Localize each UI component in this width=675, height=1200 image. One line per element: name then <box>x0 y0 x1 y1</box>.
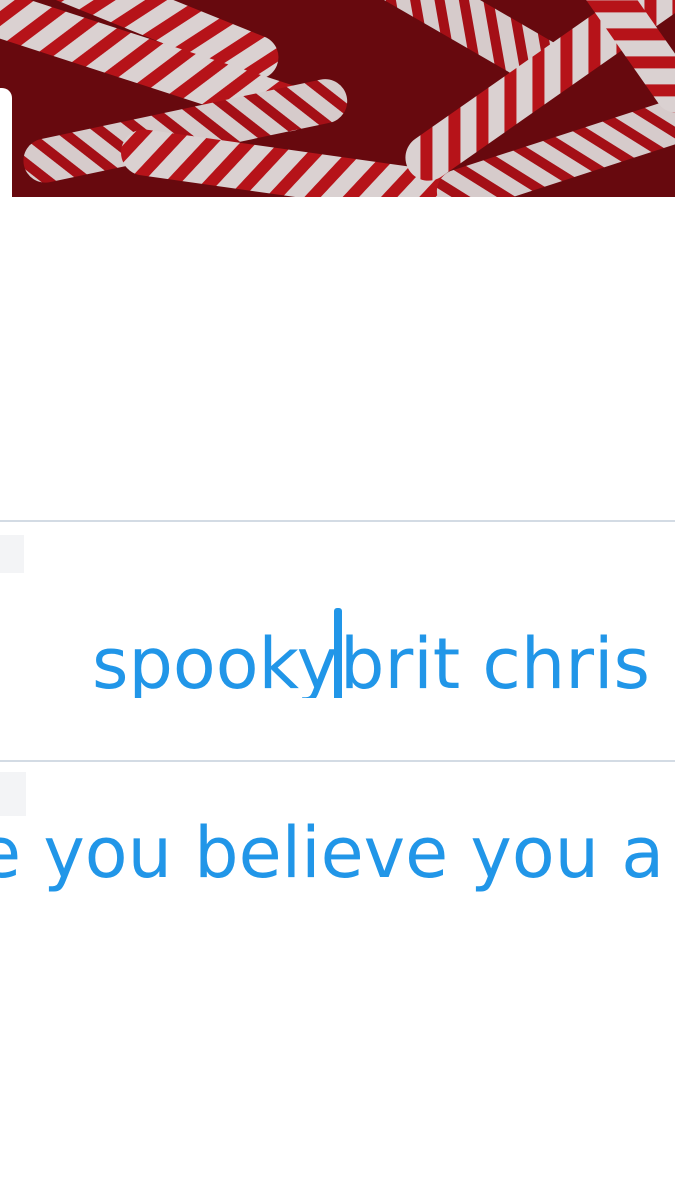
text-input-field[interactable]: spookybrit chris <box>0 608 675 698</box>
suggestion-row[interactable]: e you believe you a <box>0 818 675 908</box>
header-corner <box>0 88 12 197</box>
header-image <box>0 0 675 197</box>
text-before-cursor: spooky <box>92 623 339 698</box>
divider <box>0 760 675 762</box>
divider <box>0 520 675 522</box>
suggestion-text: e you believe you a <box>0 818 665 894</box>
background-shadow <box>0 772 26 816</box>
input-text: spookybrit chris <box>92 608 650 698</box>
background-shadow <box>0 535 24 573</box>
text-after-cursor: brit chris <box>340 623 650 698</box>
candy-canes-photo <box>0 0 675 197</box>
